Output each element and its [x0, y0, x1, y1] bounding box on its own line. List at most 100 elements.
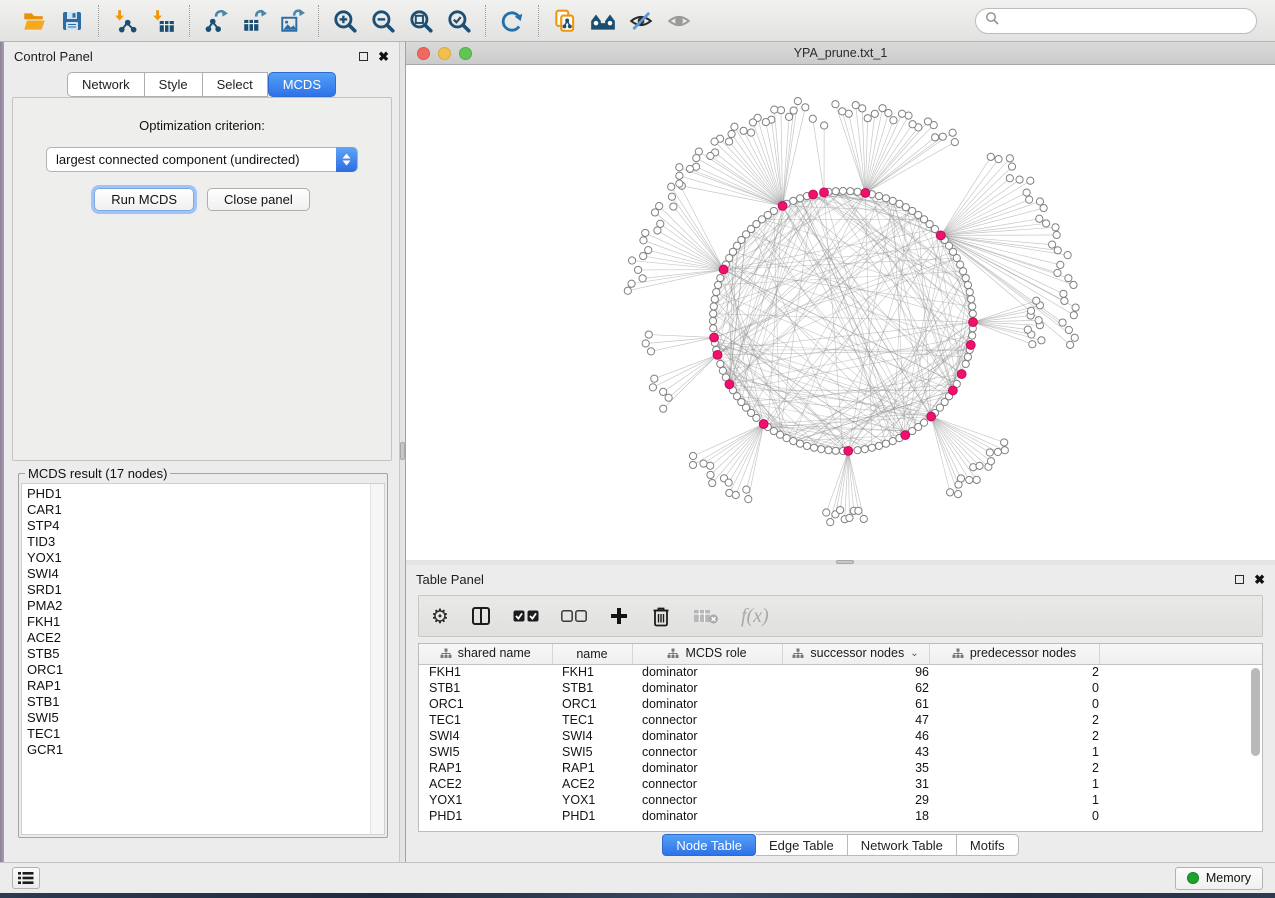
mcds-result-group: MCDS result (17 nodes) PHD1CAR1STP4TID3Y… — [18, 466, 388, 838]
table-scrollbar-thumb[interactable] — [1251, 668, 1260, 756]
mcds-result-item[interactable]: PMA2 — [27, 598, 384, 614]
column-header-predecessor-nodes[interactable]: predecessor nodes — [929, 644, 1099, 664]
column-header-mcds-role[interactable]: MCDS role — [632, 644, 782, 664]
window-close-icon[interactable] — [417, 47, 430, 60]
tab-select[interactable]: Select — [203, 72, 268, 97]
close-panel-icon[interactable]: ✖ — [378, 52, 389, 61]
table-cell: STB1 — [552, 680, 632, 696]
vertical-splitter[interactable] — [400, 42, 406, 862]
tab-node-table[interactable]: Node Table — [662, 834, 756, 856]
float-panel-icon[interactable] — [1235, 575, 1244, 584]
table-cell — [1099, 808, 1262, 824]
export-network-icon[interactable] — [201, 6, 231, 36]
table-cell: 1 — [929, 792, 1099, 808]
mcds-result-item[interactable]: YOX1 — [27, 550, 384, 566]
search-input[interactable] — [1004, 13, 1247, 28]
column-header-name[interactable]: name — [552, 644, 632, 664]
mcds-result-item[interactable]: STB1 — [27, 694, 384, 710]
window-zoom-icon[interactable] — [459, 47, 472, 60]
mcds-result-item[interactable]: RAP1 — [27, 678, 384, 694]
table-row[interactable]: TEC1TEC1connector472 — [419, 712, 1262, 728]
add-column-icon[interactable] — [609, 601, 629, 631]
table-row[interactable]: STB1STB1dominator620 — [419, 680, 1262, 696]
mcds-result-item[interactable]: SWI4 — [27, 566, 384, 582]
horizontal-splitter[interactable] — [406, 560, 1275, 565]
zoom-out-icon[interactable] — [368, 6, 398, 36]
mcds-result-item[interactable]: PHD1 — [27, 486, 384, 502]
gear-icon[interactable]: ⚙ — [431, 601, 449, 631]
tab-edge-table[interactable]: Edge Table — [756, 834, 848, 856]
memory-button[interactable]: Memory — [1175, 867, 1263, 890]
column-header-shared-name[interactable]: shared name — [419, 644, 552, 664]
open-icon[interactable] — [19, 6, 49, 36]
table-cell: TEC1 — [419, 712, 552, 728]
float-panel-icon[interactable] — [359, 52, 368, 61]
splitter-grip[interactable] — [836, 560, 854, 564]
table-scrollbar[interactable] — [1251, 666, 1260, 826]
table-cell: 47 — [782, 712, 929, 728]
window-minimize-icon[interactable] — [438, 47, 451, 60]
import-network-icon[interactable] — [110, 6, 140, 36]
list-scrollbar[interactable] — [370, 484, 384, 834]
table-row[interactable]: SWI5SWI5connector431 — [419, 744, 1262, 760]
column-type-icon — [792, 648, 804, 659]
export-table-icon[interactable] — [239, 6, 269, 36]
run-mcds-button[interactable]: Run MCDS — [94, 188, 194, 211]
zoom-in-icon[interactable] — [330, 6, 360, 36]
mcds-result-item[interactable]: CAR1 — [27, 502, 384, 518]
columns-icon[interactable] — [471, 601, 491, 631]
table-row[interactable]: PHD1PHD1dominator180 — [419, 808, 1262, 824]
mcds-result-item[interactable]: STP4 — [27, 518, 384, 534]
zoom-selected-icon[interactable] — [444, 6, 474, 36]
first-neighbors-icon[interactable] — [588, 6, 618, 36]
mcds-result-item[interactable]: ORC1 — [27, 662, 384, 678]
close-panel-button[interactable]: Close panel — [207, 188, 310, 211]
mcds-result-item[interactable]: SWI5 — [27, 710, 384, 726]
show-all-icon[interactable] — [664, 6, 694, 36]
mcds-result-item[interactable]: STB5 — [27, 646, 384, 662]
mcds-result-item[interactable]: FKH1 — [27, 614, 384, 630]
optimization-criterion-select[interactable]: largest connected component (undirected) — [46, 147, 358, 172]
table-cell: dominator — [632, 664, 782, 680]
table-row[interactable]: ORC1ORC1dominator610 — [419, 696, 1262, 712]
hide-selected-icon[interactable] — [626, 6, 656, 36]
mcds-result-list[interactable]: PHD1CAR1STP4TID3YOX1SWI4SRD1PMA2FKH1ACE2… — [21, 483, 385, 835]
mcds-result-item[interactable]: SRD1 — [27, 582, 384, 598]
select-all-icon[interactable] — [513, 601, 539, 631]
zoom-fit-icon[interactable] — [406, 6, 436, 36]
delete-icon[interactable] — [651, 601, 671, 631]
tab-motifs[interactable]: Motifs — [957, 834, 1019, 856]
save-icon[interactable] — [57, 6, 87, 36]
control-panel-title: Control Panel — [14, 49, 93, 64]
tab-network[interactable]: Network — [67, 72, 145, 97]
column-header-successor-nodes[interactable]: successor nodes⌄ — [782, 644, 929, 664]
table-row[interactable]: FKH1FKH1dominator962 — [419, 664, 1262, 680]
table-panel: Table Panel ✖ ⚙ f(x) — [406, 565, 1275, 862]
mcds-result-item[interactable]: TID3 — [27, 534, 384, 550]
table-cell: RAP1 — [419, 760, 552, 776]
tab-mcds[interactable]: MCDS — [268, 72, 336, 97]
table-row[interactable]: YOX1YOX1connector291 — [419, 792, 1262, 808]
table-cell — [1099, 728, 1262, 744]
import-table-icon[interactable] — [148, 6, 178, 36]
table-row[interactable]: RAP1RAP1dominator352 — [419, 760, 1262, 776]
search-field[interactable] — [975, 8, 1257, 34]
mcds-result-item[interactable]: ACE2 — [27, 630, 384, 646]
splitter-grip[interactable] — [400, 442, 405, 460]
task-history-button[interactable] — [12, 867, 40, 889]
tab-style[interactable]: Style — [145, 72, 203, 97]
mcds-result-item[interactable]: GCR1 — [27, 742, 384, 758]
close-panel-icon[interactable]: ✖ — [1254, 575, 1265, 584]
new-network-from-selection-icon[interactable] — [550, 6, 580, 36]
network-canvas[interactable] — [406, 65, 1275, 560]
table-row[interactable]: SWI4SWI4dominator462 — [419, 728, 1262, 744]
network-titlebar[interactable]: YPA_prune.txt_1 — [406, 42, 1275, 65]
table-cell: FKH1 — [552, 664, 632, 680]
apply-layout-icon[interactable] — [497, 6, 527, 36]
export-image-icon[interactable] — [277, 6, 307, 36]
table-row[interactable]: ACE2ACE2connector311 — [419, 776, 1262, 792]
table-cell: 1 — [929, 744, 1099, 760]
deselect-all-icon[interactable] — [561, 601, 587, 631]
mcds-result-item[interactable]: TEC1 — [27, 726, 384, 742]
tab-network-table[interactable]: Network Table — [848, 834, 957, 856]
